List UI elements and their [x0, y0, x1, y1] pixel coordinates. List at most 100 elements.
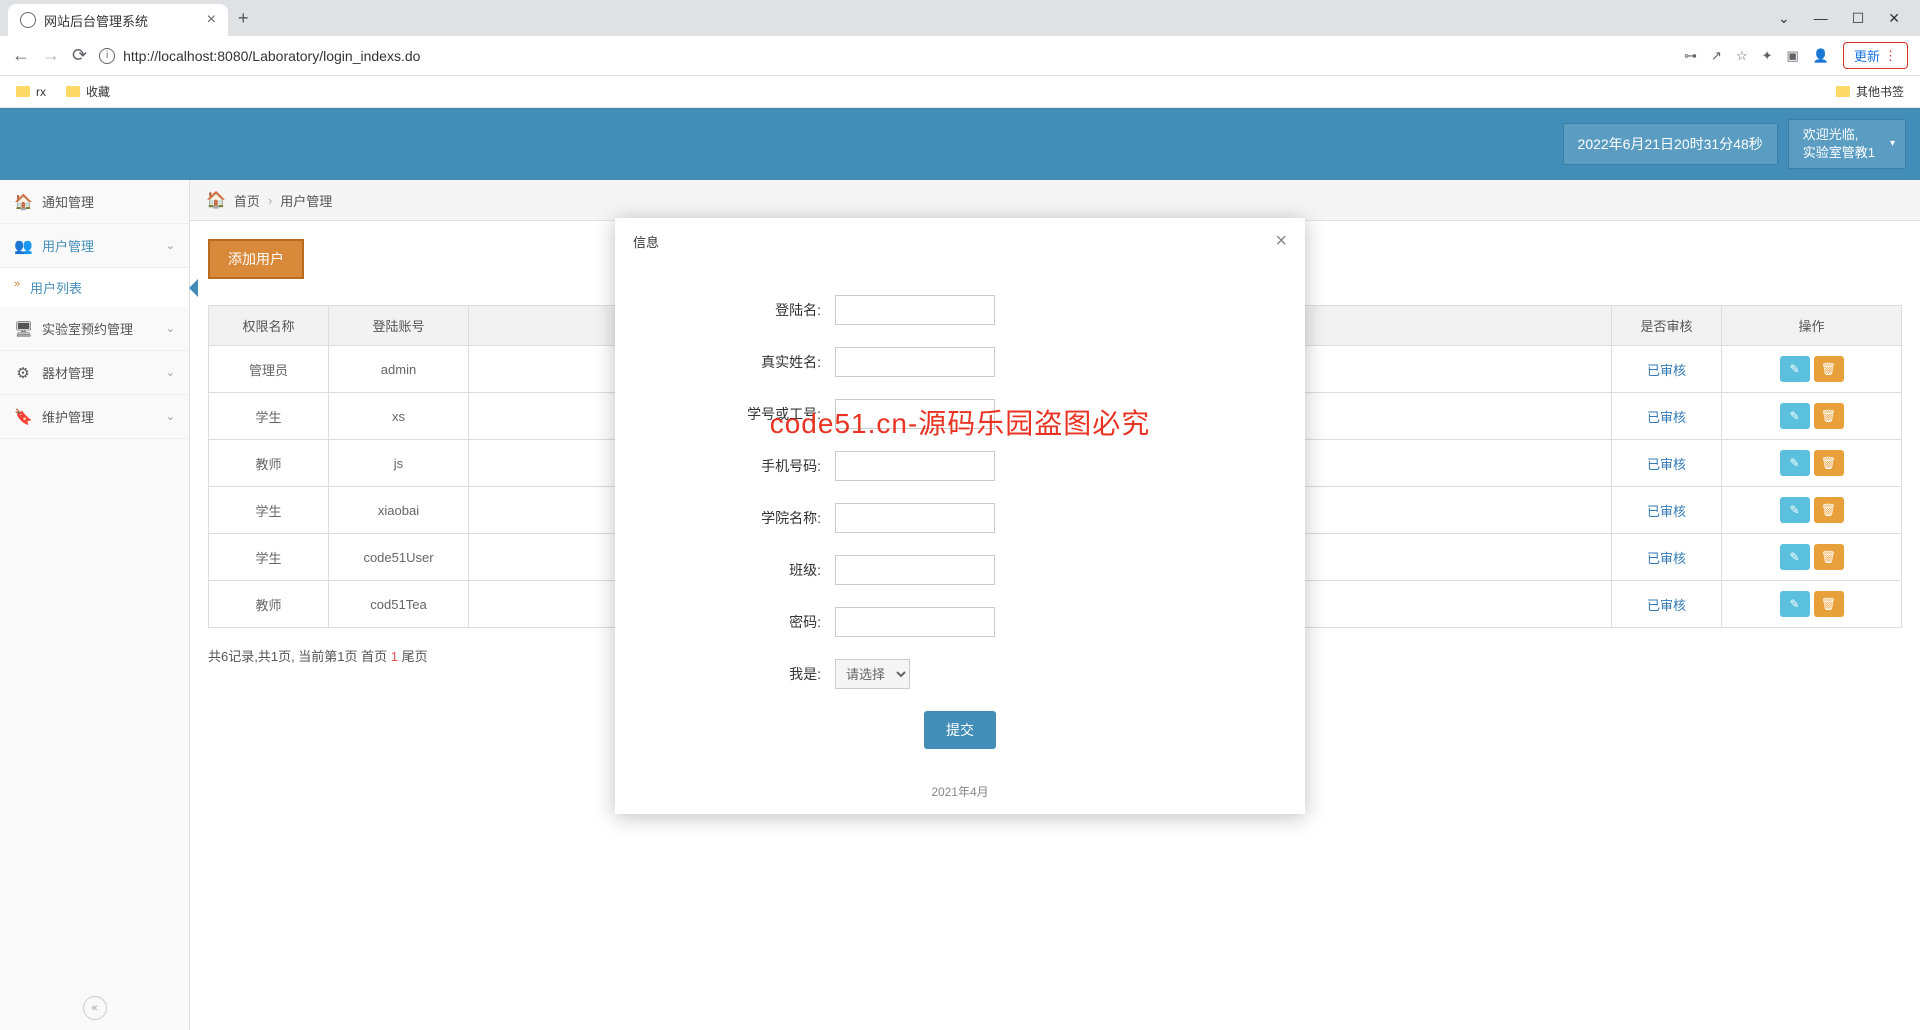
delete-button[interactable]: 🗑: [1814, 356, 1844, 382]
cell-role: 教师: [209, 581, 329, 628]
add-user-button[interactable]: 添加用户: [208, 239, 304, 279]
sidebar-item-label: 维护管理: [42, 407, 94, 426]
delete-button[interactable]: 🗑: [1814, 403, 1844, 429]
edit-button[interactable]: ✎: [1780, 356, 1810, 382]
app-header: 2022年6月21日20时31分48秒 欢迎光临, 实验室管教1: [0, 108, 1920, 180]
th-role: 权限名称: [209, 306, 329, 346]
login-input[interactable]: [835, 295, 995, 325]
submit-button[interactable]: 提交: [924, 711, 996, 749]
browser-chrome: 网站后台管理系统 × + ⌄ — ☐ ✕ ← → ⟳ i http://loca…: [0, 0, 1920, 108]
sidebar-sub-userlist[interactable]: 用户列表: [0, 268, 189, 307]
panel-icon[interactable]: ▣: [1787, 48, 1799, 64]
cell-account: xiaobai: [329, 487, 469, 534]
maximize-icon[interactable]: ☐: [1852, 10, 1865, 27]
modal-footer: 2021年4月: [615, 769, 1305, 814]
breadcrumb-separator: ›: [268, 193, 272, 208]
chevron-down-icon: ⌄: [166, 322, 175, 335]
minimize-icon[interactable]: —: [1814, 10, 1828, 27]
extensions-icon[interactable]: ✦: [1762, 48, 1773, 64]
share-icon[interactable]: ↗: [1711, 48, 1722, 64]
cell-account: admin: [329, 346, 469, 393]
label-iam: 我是:: [655, 664, 835, 684]
edit-button[interactable]: ✎: [1780, 497, 1810, 523]
delete-button[interactable]: 🗑: [1814, 450, 1844, 476]
sidebar-item-label: 实验室预约管理: [42, 319, 133, 338]
close-window-icon[interactable]: ✕: [1888, 10, 1900, 27]
sidebar-item-maintain[interactable]: 🔖 维护管理 ⌄: [0, 395, 189, 439]
forward-button[interactable]: →: [42, 45, 60, 66]
cell-ops: ✎🗑: [1722, 440, 1902, 487]
breadcrumb: 🏠 首页 › 用户管理: [190, 180, 1920, 221]
bookmark-fav[interactable]: 收藏: [66, 83, 110, 100]
label-login: 登陆名:: [655, 300, 835, 320]
label-realname: 真实姓名:: [655, 352, 835, 372]
realname-input[interactable]: [835, 347, 995, 377]
modal-header: 信息 ×: [615, 218, 1305, 265]
bookmark-other[interactable]: 其他书签: [1836, 83, 1904, 100]
bookmark-rx[interactable]: rx: [16, 85, 46, 99]
browser-tab[interactable]: 网站后台管理系统 ×: [8, 4, 228, 36]
college-input[interactable]: [835, 503, 995, 533]
cell-ops: ✎🗑: [1722, 346, 1902, 393]
update-button[interactable]: 更新 ⋮: [1843, 42, 1908, 69]
cell-account: code51User: [329, 534, 469, 581]
chevron-down-icon: ⌄: [166, 410, 175, 423]
phone-input[interactable]: [835, 451, 995, 481]
close-icon[interactable]: ×: [1275, 230, 1287, 253]
bookmark-bar: rx 收藏 其他书签: [0, 76, 1920, 108]
cell-role: 教师: [209, 440, 329, 487]
cell-audit: 已审核: [1612, 581, 1722, 628]
sidebar-item-equipment[interactable]: ⚙ 器材管理 ⌄: [0, 351, 189, 395]
sidebar-item-user[interactable]: 👥 用户管理 ⌄: [0, 224, 189, 268]
label-class: 班级:: [655, 560, 835, 580]
audit-link[interactable]: 已审核: [1647, 598, 1686, 613]
cell-role: 管理员: [209, 346, 329, 393]
edit-button[interactable]: ✎: [1780, 591, 1810, 617]
star-icon[interactable]: ☆: [1736, 48, 1748, 64]
password-input[interactable]: [835, 607, 995, 637]
edit-button[interactable]: ✎: [1780, 450, 1810, 476]
url-field[interactable]: i http://localhost:8080/Laboratory/login…: [99, 48, 1672, 64]
delete-button[interactable]: 🗑: [1814, 591, 1844, 617]
audit-link[interactable]: 已审核: [1647, 457, 1686, 472]
sidebar-item-label: 器材管理: [42, 363, 94, 382]
folder-icon: [16, 86, 30, 97]
th-audit: 是否审核: [1612, 306, 1722, 346]
cell-account: js: [329, 440, 469, 487]
sidebar-item-notice[interactable]: 🏠 通知管理: [0, 180, 189, 224]
cell-account: cod51Tea: [329, 581, 469, 628]
class-input[interactable]: [835, 555, 995, 585]
delete-button[interactable]: 🗑: [1814, 497, 1844, 523]
cell-ops: ✎🗑: [1722, 534, 1902, 581]
collapse-sidebar-button[interactable]: «: [83, 996, 107, 1020]
profile-icon[interactable]: 👤: [1813, 48, 1829, 64]
username-text: 实验室管教1: [1803, 144, 1875, 162]
user-menu[interactable]: 欢迎光临, 实验室管教1: [1788, 119, 1906, 169]
audit-link[interactable]: 已审核: [1647, 410, 1686, 425]
chevron-down-icon[interactable]: ⌄: [1778, 10, 1790, 27]
label-studentid: 学号或工号:: [655, 404, 835, 424]
edit-button[interactable]: ✎: [1780, 403, 1810, 429]
studentid-input[interactable]: [835, 399, 995, 429]
sidebar: 🏠 通知管理 👥 用户管理 ⌄ 用户列表 🖥 实验室预约管理 ⌄ ⚙ 器材管理 …: [0, 180, 190, 1030]
th-account: 登陆账号: [329, 306, 469, 346]
reload-button[interactable]: ⟳: [72, 45, 87, 66]
breadcrumb-home[interactable]: 首页: [234, 191, 260, 210]
audit-link[interactable]: 已审核: [1647, 363, 1686, 378]
sidebar-item-lab[interactable]: 🖥 实验室预约管理 ⌄: [0, 307, 189, 351]
back-button[interactable]: ←: [12, 45, 30, 66]
gear-icon: ⚙: [14, 364, 32, 382]
audit-link[interactable]: 已审核: [1647, 551, 1686, 566]
cell-audit: 已审核: [1612, 346, 1722, 393]
tab-close-icon[interactable]: ×: [207, 11, 216, 29]
edit-button[interactable]: ✎: [1780, 544, 1810, 570]
delete-button[interactable]: 🗑: [1814, 544, 1844, 570]
sidebar-item-label: 通知管理: [42, 192, 94, 211]
audit-link[interactable]: 已审核: [1647, 504, 1686, 519]
new-tab-button[interactable]: +: [238, 8, 249, 29]
cell-ops: ✎🗑: [1722, 393, 1902, 440]
key-icon[interactable]: ⊶: [1684, 48, 1697, 64]
site-info-icon[interactable]: i: [99, 48, 115, 64]
label-college: 学院名称:: [655, 508, 835, 528]
role-select[interactable]: 请选择: [835, 659, 910, 689]
